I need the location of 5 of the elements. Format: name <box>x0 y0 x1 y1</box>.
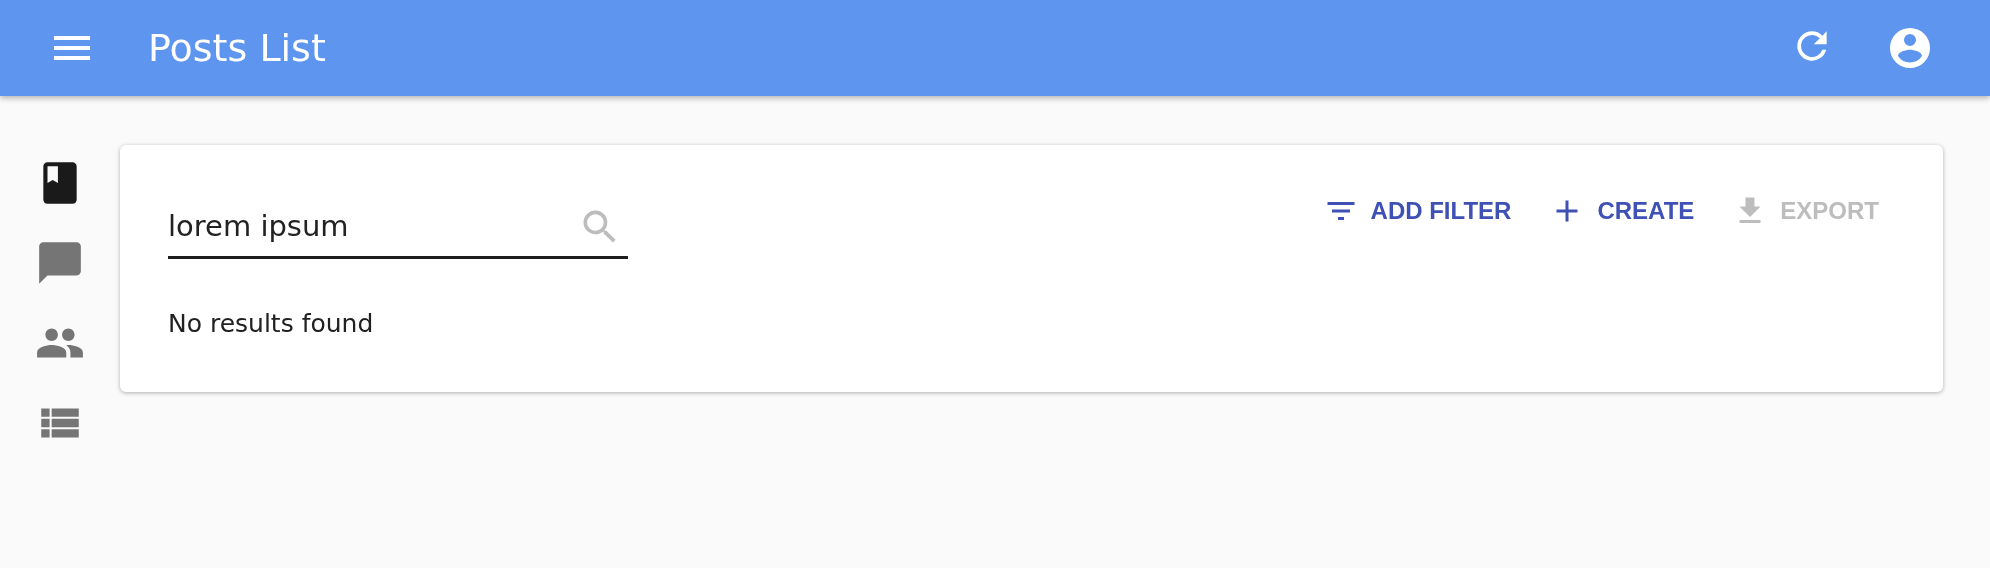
search-field[interactable]: lorem ipsum <box>168 195 628 259</box>
add-filter-button[interactable]: ADD FILTER <box>1318 189 1516 233</box>
empty-message: No results found <box>168 309 374 338</box>
page-title: Posts List <box>148 26 327 70</box>
create-button[interactable]: CREATE <box>1545 189 1699 233</box>
